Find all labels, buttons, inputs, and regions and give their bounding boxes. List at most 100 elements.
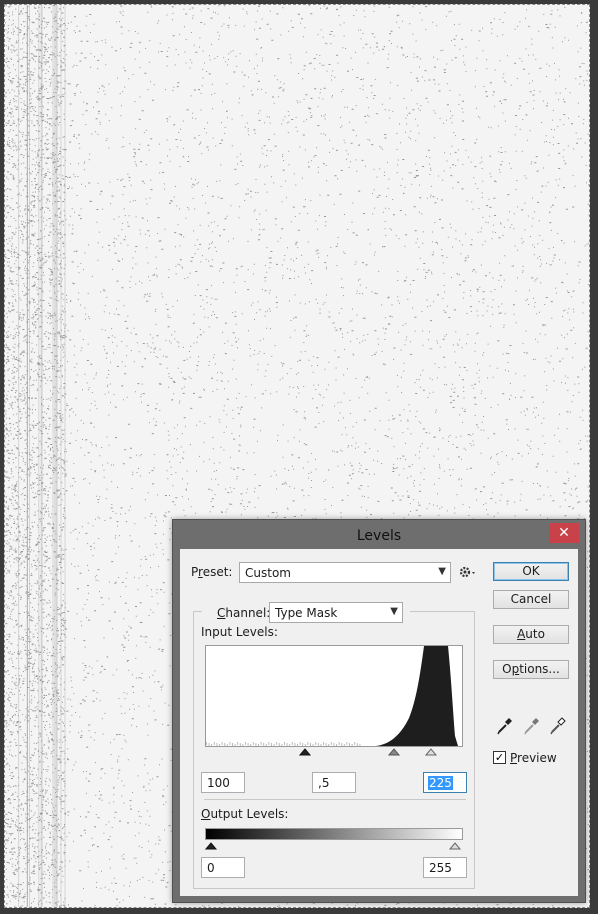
- histogram-area: [376, 646, 458, 746]
- histogram-speck: [273, 744, 275, 746]
- input-gamma-slider[interactable]: [387, 748, 401, 756]
- output-levels-label: Output Levels:: [201, 807, 289, 821]
- histogram-speck: [312, 744, 314, 746]
- dialog-title: Levels: [356, 528, 402, 544]
- input-slider-track[interactable]: [205, 747, 463, 761]
- gear-icon[interactable]: [458, 563, 478, 581]
- input-black-slider[interactable]: [298, 748, 312, 756]
- white-point-eyedropper-icon[interactable]: [549, 715, 567, 735]
- output-black-slider[interactable]: [205, 842, 218, 850]
- channel-select[interactable]: Type Mask ▼: [269, 602, 403, 623]
- histogram-speck: [307, 742, 309, 745]
- histogram-speck: [245, 742, 246, 745]
- histogram-speck: [239, 743, 241, 746]
- histogram-speck: [271, 743, 272, 746]
- histogram-speck: [221, 742, 223, 745]
- cancel-button[interactable]: Cancel: [493, 590, 569, 609]
- histogram-speck: [265, 744, 267, 746]
- preset-value: Custom: [245, 566, 291, 580]
- input-black-value: 100: [207, 776, 230, 790]
- histogram-speck: [315, 742, 317, 745]
- histogram-speck: [229, 742, 231, 745]
- histogram-speck: [289, 744, 291, 746]
- output-black-value: 0: [207, 861, 215, 875]
- chevron-down-icon: ▼: [438, 566, 446, 577]
- histogram-speck: [333, 743, 335, 746]
- histogram-speck: [359, 744, 361, 746]
- histogram-speck: [252, 742, 254, 745]
- output-white-slider[interactable]: [448, 842, 462, 850]
- histogram: [205, 645, 463, 747]
- levels-dialog: Levels ✕ Preset: Custom ▼ OK Cancel Auto…: [172, 519, 586, 903]
- histogram-speck: [216, 743, 218, 746]
- histogram-speck: [213, 742, 215, 745]
- histogram-speck: [247, 743, 249, 746]
- input-white-field[interactable]: 225: [423, 772, 467, 793]
- input-white-slider[interactable]: [424, 748, 438, 756]
- preset-select[interactable]: Custom ▼: [239, 562, 451, 583]
- scan-streak: [56, 5, 58, 907]
- dialog-titlebar[interactable]: Levels ✕: [173, 520, 585, 548]
- preview-checkbox[interactable]: ✓: [493, 751, 506, 764]
- histogram-speck: [208, 743, 210, 746]
- histogram-speck: [291, 742, 293, 745]
- histogram-speck: [206, 742, 207, 745]
- output-slider-track[interactable]: [205, 840, 463, 854]
- histogram-speck: [310, 743, 311, 746]
- channel-label: Channel:: [217, 606, 271, 620]
- histogram-speck: [343, 744, 345, 746]
- histogram-speck: [263, 743, 265, 746]
- gray-point-eyedropper-icon[interactable]: [523, 715, 541, 735]
- histogram-speck: [219, 744, 220, 746]
- histogram-speck: [224, 743, 226, 746]
- histogram-speck: [346, 742, 348, 745]
- input-levels-label: Input Levels:: [201, 625, 278, 639]
- histogram-speck: [286, 743, 288, 746]
- histogram-speck: [304, 744, 306, 746]
- histogram-speck: [237, 742, 239, 745]
- preset-label: Preset:: [191, 565, 233, 579]
- histogram-speck: [330, 742, 332, 745]
- auto-button[interactable]: Auto: [493, 625, 569, 644]
- histogram-speck: [284, 742, 285, 745]
- options-button[interactable]: Options...: [493, 660, 569, 679]
- histogram-speck: [297, 744, 298, 746]
- close-icon: ✕: [558, 525, 570, 541]
- histogram-speck: [276, 742, 278, 745]
- histogram-graph: [206, 646, 458, 746]
- ok-button[interactable]: OK: [493, 562, 569, 581]
- histogram-speck: [258, 744, 259, 746]
- output-gradient-bar: [205, 828, 463, 840]
- close-button[interactable]: ✕: [549, 523, 579, 543]
- scan-streak: [55, 5, 57, 907]
- histogram-speck: [328, 744, 330, 746]
- histogram-speck: [232, 743, 233, 746]
- channel-value: Type Mask: [275, 606, 338, 620]
- histogram-speck: [268, 742, 270, 745]
- scan-streak: [38, 5, 40, 907]
- scan-streak: [18, 5, 20, 907]
- histogram-speck: [336, 744, 337, 746]
- output-black-field[interactable]: 0: [201, 857, 245, 878]
- scan-streak: [29, 5, 30, 907]
- separator: [204, 799, 466, 800]
- histogram-speck: [338, 742, 340, 745]
- scan-streak: [41, 5, 43, 907]
- histogram-speck: [325, 743, 327, 746]
- chevron-down-icon: ▼: [390, 606, 398, 617]
- histogram-speck: [356, 743, 358, 746]
- output-white-field[interactable]: 255: [423, 857, 467, 878]
- histogram-speck: [260, 742, 262, 745]
- input-gamma-field[interactable]: ,5: [312, 772, 356, 793]
- histogram-speck: [317, 743, 319, 746]
- input-black-field[interactable]: 100: [201, 772, 245, 793]
- black-point-eyedropper-icon[interactable]: [496, 715, 514, 735]
- scan-streak: [54, 5, 56, 907]
- histogram-speck: [242, 744, 244, 746]
- histogram-speck: [278, 743, 280, 746]
- histogram-speck: [250, 744, 252, 746]
- histogram-speck: [349, 743, 350, 746]
- histogram-speck: [351, 744, 353, 746]
- histogram-speck: [211, 744, 213, 746]
- histogram-speck: [294, 743, 296, 746]
